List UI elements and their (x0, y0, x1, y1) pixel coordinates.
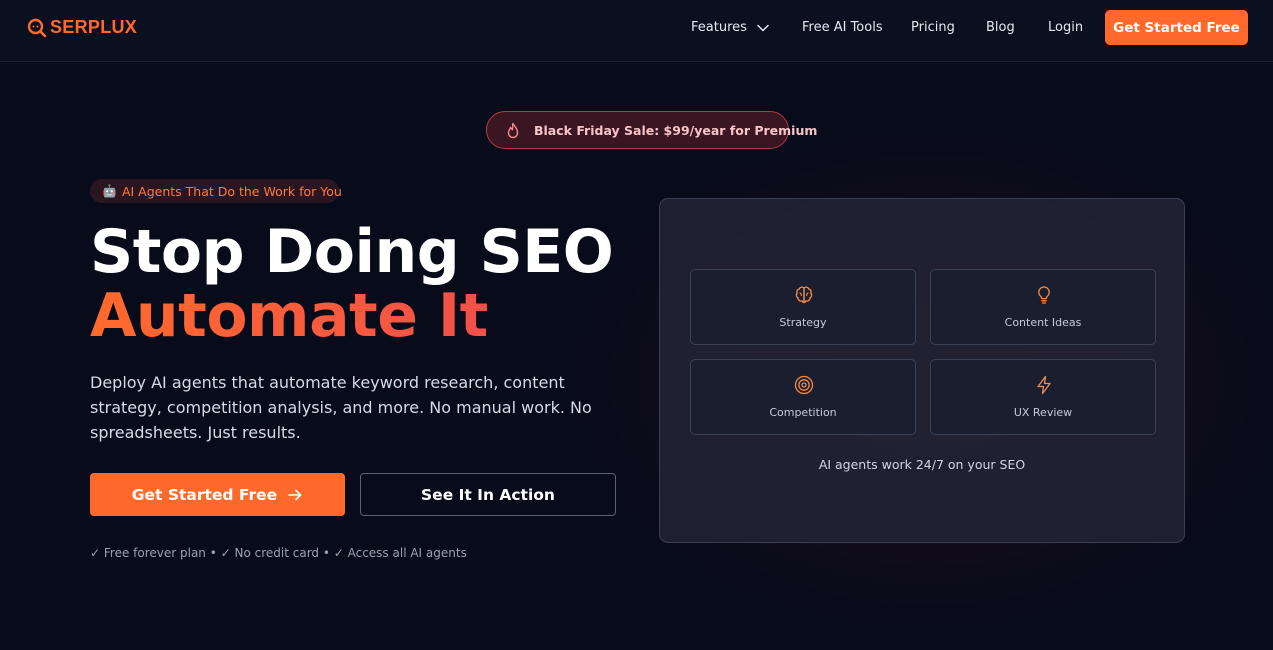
robot-icon: 🤖 (102, 184, 117, 198)
nav-item-blog[interactable]: Blog (986, 20, 1015, 35)
agent-tile-competition[interactable]: Competition (690, 359, 916, 435)
arrow-right-icon (288, 489, 302, 500)
nav-item-pricing[interactable]: Pricing (911, 20, 955, 35)
agent-tile-strategy[interactable]: Strategy (690, 269, 916, 345)
hero-title-line1: Stop Doing SEO (90, 217, 614, 287)
hero-perks: ✓ Free forever plan • ✓ No credit card •… (90, 546, 467, 560)
ai-agents-caption: AI agents work 24/7 on your SEO (818, 457, 1026, 472)
logo-magnifier-icon (27, 18, 47, 37)
target-icon (794, 375, 814, 395)
nav-item-features[interactable]: Features (691, 20, 770, 35)
agent-tile-content-ideas[interactable]: Content Ideas (930, 269, 1156, 345)
logo[interactable]: SERPLUX (27, 17, 137, 38)
see-it-in-action-button[interactable]: See It In Action (360, 473, 616, 516)
hero-title-line2: Automate It (90, 281, 488, 351)
lightbulb-icon (1038, 286, 1050, 304)
agent-tile-label: UX Review (1013, 406, 1073, 419)
agent-tile-label: Competition (769, 406, 837, 419)
hero-description: Deploy AI agents that automate keyword r… (90, 373, 592, 442)
hero-badge-text: AI Agents That Do the Work for You (121, 183, 342, 199)
agent-tile-label: Strategy (779, 316, 827, 329)
get-started-button[interactable]: Get Started Free (90, 473, 345, 516)
sale-text: Black Friday Sale: $99/year for Premium (534, 123, 818, 138)
nav-item-login[interactable]: Login (1048, 20, 1083, 35)
chevron-down-icon (757, 24, 769, 31)
agent-tile-label: Content Ideas (1004, 316, 1082, 329)
get-started-label: Get Started Free (131, 485, 278, 504)
ai-agents-card: Strategy Content Ideas Competition UX Re… (659, 198, 1185, 543)
nav-item-label: Features (691, 20, 747, 35)
agent-tile-ux-review[interactable]: UX Review (930, 359, 1156, 435)
nav-item-free-ai-tools[interactable]: Free AI Tools (802, 20, 883, 35)
sale-banner[interactable]: Black Friday Sale: $99/year for Premium (486, 111, 817, 149)
lightning-icon (1037, 375, 1051, 395)
nav-get-started-button[interactable]: Get Started Free (1105, 10, 1248, 45)
hero-badge: 🤖 AI Agents That Do the Work for You (90, 179, 342, 203)
logo-text: SERPLUX (50, 17, 138, 37)
brain-icon (795, 286, 813, 304)
flame-icon (507, 122, 519, 139)
top-navbar: SERPLUX Features Free AI Tools Pricing B… (0, 0, 1273, 62)
